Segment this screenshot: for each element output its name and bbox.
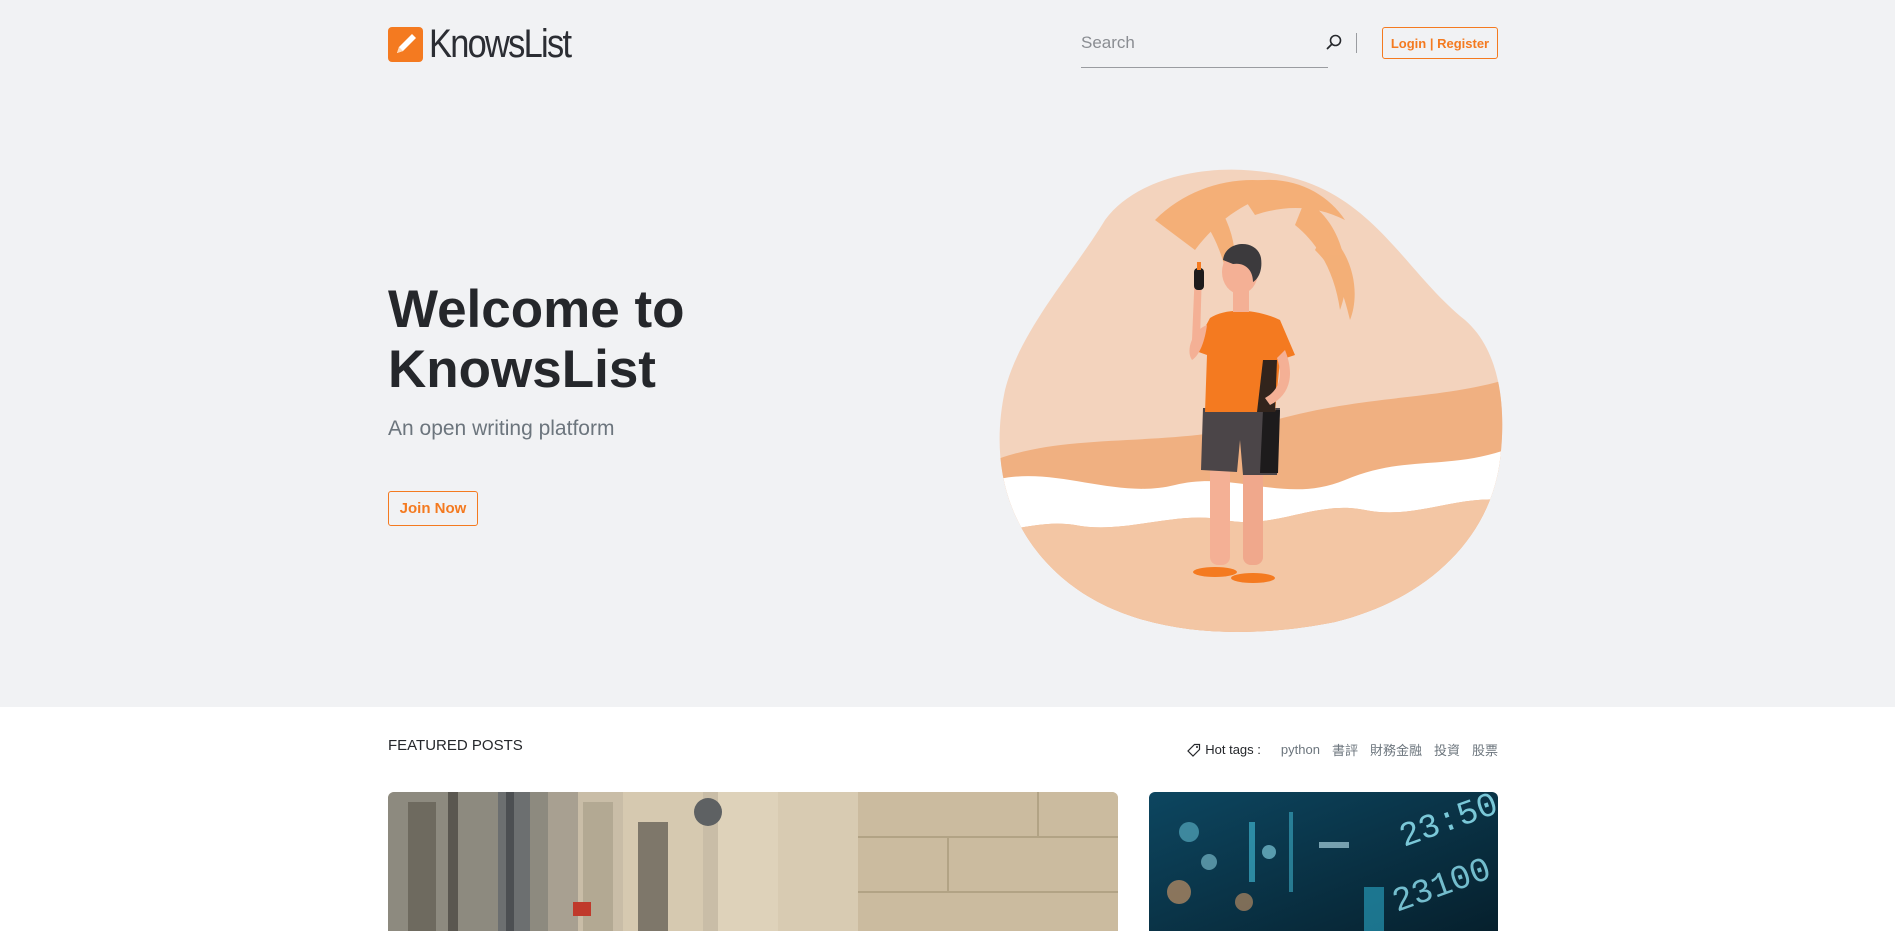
hot-tags: Hot tags : python 書評 財務金融 投資 股票 bbox=[1187, 740, 1498, 759]
tag-link[interactable]: 股票 bbox=[1472, 740, 1498, 759]
site-logo[interactable]: KnowsList bbox=[388, 24, 593, 64]
hero-illustration bbox=[999, 169, 1503, 633]
tag-link[interactable]: python bbox=[1281, 742, 1320, 757]
tag-link[interactable]: 財務金融 bbox=[1370, 740, 1422, 759]
hot-tags-label: Hot tags : bbox=[1205, 742, 1261, 757]
search-icon[interactable] bbox=[1325, 33, 1343, 51]
hero-title: Welcome to KnowsList bbox=[388, 280, 685, 399]
featured-post-image bbox=[388, 792, 1118, 931]
tag-link[interactable]: 投資 bbox=[1434, 740, 1460, 759]
featured-post-card[interactable]: 23:50 23100 bbox=[1149, 792, 1498, 931]
hero-subtitle: An open writing platform bbox=[388, 417, 615, 440]
join-now-button[interactable]: Join Now bbox=[388, 491, 478, 526]
search-bar bbox=[1081, 28, 1328, 68]
featured-post-image: 23:50 23100 bbox=[1149, 792, 1498, 931]
featured-post-card[interactable] bbox=[388, 792, 1118, 931]
featured-posts-heading: FEATURED POSTS bbox=[388, 737, 523, 754]
pencil-icon bbox=[388, 26, 423, 62]
tag-icon bbox=[1187, 743, 1201, 757]
logo-text: KnowsList bbox=[429, 22, 572, 66]
login-register-button[interactable]: Login | Register bbox=[1382, 27, 1498, 59]
header-divider bbox=[1356, 33, 1357, 53]
search-input[interactable] bbox=[1081, 28, 1301, 58]
tag-link[interactable]: 書評 bbox=[1332, 740, 1358, 759]
hero-section bbox=[0, 0, 1895, 707]
